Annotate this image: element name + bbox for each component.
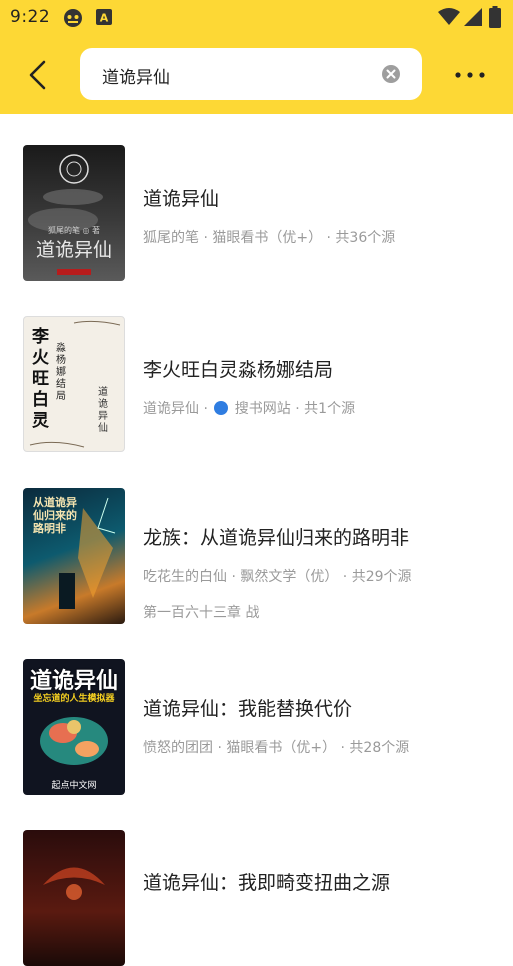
search-result-item[interactable]: 道诡异仙 坐忘道的人生模拟器 起点中文网 道诡异仙：我能替换代价 愤怒的团团 ·… — [0, 627, 513, 798]
status-time: 9:22 — [10, 7, 51, 27]
book-title: 龙族：从道诡异仙归来的路明非 — [143, 527, 410, 549]
book-title: 道诡异仙：我即畸变扭曲之源 — [143, 872, 391, 894]
cover-ornament — [29, 320, 121, 448]
clear-search-icon[interactable] — [382, 65, 400, 83]
search-toolbar: 道诡异仙 — [0, 36, 513, 114]
globe-icon — [214, 401, 229, 415]
book-title: 李火旺白灵淼杨娜结局 — [143, 359, 334, 381]
book-title: 道诡异仙 — [143, 188, 220, 210]
back-arrow-icon[interactable] — [24, 58, 54, 92]
book-meta: 道诡异仙 · 搜书网站 · 共1个源 — [143, 401, 356, 417]
cover-title: 从道诡异仙归来的路明非 — [33, 496, 77, 535]
svg-text:A: A — [100, 12, 109, 25]
latest-chapter: 第一百六十三章 战 — [143, 605, 260, 621]
book-cover: 狐尾的笔 ◎ 著 道诡异仙 — [23, 145, 125, 281]
search-input[interactable]: 道诡异仙 — [80, 48, 422, 100]
search-result-item[interactable]: 从道诡异仙归来的路明非 龙族：从道诡异仙归来的路明非 吃花生的白仙 · 飘然文学… — [0, 456, 513, 627]
signal-icon — [464, 8, 482, 26]
search-result-item[interactable]: 李火旺白灵 淼杨娜结局 道诡异仙 李火旺白灵淼杨娜结局 道诡异仙 · 搜书网站 … — [0, 285, 513, 456]
book-meta: 愤怒的团团 · 猫眼看书（优+） · 共28个源 — [143, 740, 410, 756]
battery-icon — [489, 6, 501, 28]
cover-title: 道诡异仙 — [35, 239, 112, 261]
cover-brand: 起点中文网 — [51, 781, 97, 791]
search-query-text: 道诡异仙 — [102, 68, 170, 88]
search-result-item[interactable]: 道诡异仙：我即畸变扭曲之源 — [0, 798, 513, 966]
wifi-icon — [438, 8, 460, 25]
more-options-icon[interactable] — [450, 62, 490, 88]
book-cover: 道诡异仙 坐忘道的人生模拟器 起点中文网 — [23, 659, 125, 795]
book-cover — [23, 830, 125, 966]
a-badge-icon: A — [96, 9, 112, 25]
book-cover: 李火旺白灵 淼杨娜结局 道诡异仙 — [23, 316, 125, 452]
search-result-item[interactable]: 狐尾的笔 ◎ 著 道诡异仙 道诡异仙 狐尾的笔 · 猫眼看书（优+） · 共36… — [0, 114, 513, 285]
book-title: 道诡异仙：我能替换代价 — [143, 698, 353, 720]
status-bar: 9:22 A — [0, 0, 513, 36]
android-robot-icon — [64, 9, 82, 27]
book-cover: 从道诡异仙归来的路明非 — [23, 488, 125, 624]
cover-art — [43, 867, 105, 900]
cover-art — [40, 717, 108, 765]
book-meta: 吃花生的白仙 · 飘然文学（优） · 共29个源 — [143, 569, 412, 585]
book-meta: 狐尾的笔 · 猫眼看书（优+） · 共36个源 — [143, 230, 396, 246]
